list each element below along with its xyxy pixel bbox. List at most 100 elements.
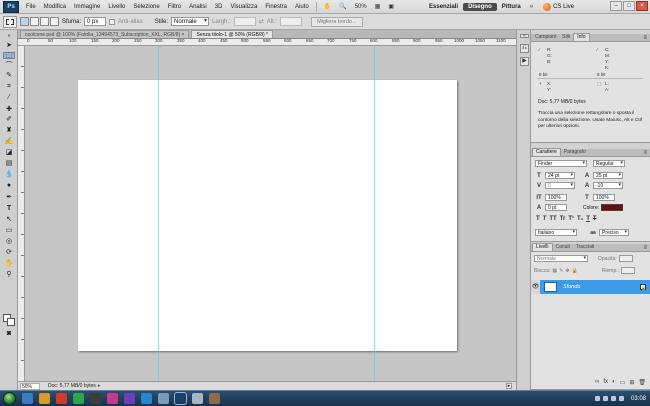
tab-coolcone[interactable]: coolcone.psd @ 100% (Fotolia_13494573_Su… <box>20 30 190 38</box>
vertical-scale-field[interactable]: 100% <box>545 194 567 201</box>
menu-file[interactable]: File <box>22 4 40 10</box>
tracking-field[interactable]: -10 <box>593 182 623 189</box>
zoom-icon[interactable]: 🔍 <box>335 3 350 10</box>
menu-immagine[interactable]: Immagine <box>70 4 104 10</box>
cs-live-button[interactable]: CS Live <box>543 2 574 11</box>
strikethrough-button[interactable]: T <box>593 216 597 222</box>
quick-selection-tool-icon[interactable]: ✎ <box>3 72 15 79</box>
hand-tool-icon[interactable]: ✋ <box>3 260 15 267</box>
media-icon[interactable] <box>56 393 67 404</box>
intersect-selection-mode[interactable] <box>50 17 59 26</box>
horizontal-scale-field[interactable]: 100% <box>593 194 615 201</box>
app-icon[interactable] <box>158 393 169 404</box>
photoshop-taskbar-icon[interactable] <box>174 392 187 405</box>
lock-position-icon[interactable]: ✥ <box>565 268 569 274</box>
width-field[interactable] <box>233 17 256 26</box>
lock-all-icon[interactable]: 🔒 <box>572 268 578 274</box>
maximize-button[interactable]: □ <box>623 1 635 11</box>
opacity-field[interactable] <box>618 255 633 262</box>
pen-tool-icon[interactable]: ✒ <box>3 194 15 201</box>
tab-paragrafo[interactable]: Paragrafo <box>561 149 589 156</box>
eye-icon[interactable]: 👁 <box>531 280 540 294</box>
kerning-field[interactable]: 0 <box>545 182 575 189</box>
document-canvas[interactable] <box>78 80 457 351</box>
add-selection-mode[interactable] <box>30 17 39 26</box>
blur-tool-icon[interactable]: 💧 <box>3 171 15 178</box>
clone-stamp-tool-icon[interactable]: ♜ <box>3 127 15 134</box>
history-panel-icon[interactable]: ⎌ <box>520 44 529 53</box>
tab-info[interactable]: Info <box>573 33 590 41</box>
panel-menu-icon[interactable]: ≡ <box>643 245 650 251</box>
panel-menu-icon[interactable]: ≡ <box>643 150 650 156</box>
fill-field[interactable] <box>621 267 636 274</box>
menu-filtro[interactable]: Filtro <box>164 4 185 10</box>
menu-livello[interactable]: Livello <box>104 4 129 10</box>
font-size-field[interactable]: 24 pt <box>545 172 575 179</box>
layer-row-background[interactable]: 👁 Sfondo 🔒 <box>531 280 650 294</box>
actions-panel-icon[interactable]: ▶ <box>520 57 529 66</box>
adjustment-layer-icon[interactable]: ◐ <box>612 379 616 387</box>
faux-bold-button[interactable]: T <box>536 216 540 222</box>
background-color-swatch[interactable] <box>7 318 15 326</box>
zoom-level[interactable]: 50% <box>351 4 371 10</box>
subscript-button[interactable]: T₁ <box>577 216 583 222</box>
workspace-more[interactable]: » <box>526 4 537 10</box>
rectangular-marquee-tool-icon[interactable]: ⬚ <box>3 52 15 59</box>
eyedropper-tool-icon[interactable]: ⁄ <box>3 94 15 101</box>
font-family-select[interactable]: Finder <box>535 160 587 167</box>
language-select[interactable]: Italiano <box>535 229 577 236</box>
explorer-icon[interactable] <box>39 393 50 404</box>
tab-senza-titolo[interactable]: Senza titolo-1 @ 50% (RGB/8) * <box>191 30 273 38</box>
tab-tracciati[interactable]: Tracciati <box>573 244 598 251</box>
status-zoom-field[interactable]: 50% <box>20 382 40 390</box>
baseline-shift-field[interactable]: 0 pt <box>545 204 567 211</box>
healing-brush-tool-icon[interactable]: ✚ <box>3 106 15 113</box>
text-color-swatch[interactable] <box>601 204 624 211</box>
vertical-guide[interactable] <box>374 46 375 381</box>
link-layers-icon[interactable]: ∞ <box>595 379 599 387</box>
type-tool-icon[interactable]: T <box>3 205 15 212</box>
itunes-icon[interactable] <box>107 393 118 404</box>
quick-mask-icon[interactable]: ◙ <box>3 330 15 337</box>
menu-finestra[interactable]: Finestra <box>261 4 291 10</box>
tray-icon[interactable] <box>602 396 608 401</box>
zoom-tool-icon[interactable]: ⚲ <box>3 271 15 278</box>
collapse-dock-icon[interactable]: « <box>520 34 529 39</box>
all-caps-button[interactable]: TT <box>549 216 556 222</box>
workspace-pittura[interactable]: Pittura <box>497 3 526 11</box>
refine-edge-button[interactable]: Migliora bordo... <box>311 16 363 27</box>
move-tool-icon[interactable]: ➤ <box>3 42 15 49</box>
vertical-guide[interactable] <box>158 46 159 381</box>
font-style-select[interactable]: Regular <box>593 160 625 167</box>
new-layer-icon[interactable]: ⊞ <box>629 379 634 387</box>
menu-selezione[interactable]: Selezione <box>129 4 163 10</box>
subtract-selection-mode[interactable] <box>40 17 49 26</box>
close-button[interactable]: × <box>636 1 648 11</box>
blend-mode-select[interactable]: Normale <box>534 255 588 262</box>
panel-menu-icon[interactable]: ≡ <box>643 35 650 41</box>
start-button[interactable] <box>3 392 16 405</box>
tray-icon[interactable] <box>610 396 616 401</box>
small-caps-button[interactable]: Tr <box>560 216 566 222</box>
gradient-tool-icon[interactable]: ▤ <box>3 160 15 167</box>
chrome-icon[interactable] <box>73 393 84 404</box>
app-icon[interactable] <box>90 393 101 404</box>
hand-icon[interactable]: ✋ <box>320 3 335 10</box>
tab-livelli[interactable]: Livelli <box>532 243 553 251</box>
clock[interactable]: 03:08 <box>631 396 646 402</box>
menu-modifica[interactable]: Modifica <box>40 4 70 10</box>
tray-icon[interactable] <box>618 396 624 401</box>
tray-icon[interactable] <box>594 396 600 401</box>
antialias-method-select[interactable]: Preciso <box>599 229 629 236</box>
layer-mask-icon[interactable]: ▭ <box>620 379 626 387</box>
tab-carattere[interactable]: Carattere <box>532 148 561 156</box>
antialias-checkbox[interactable] <box>109 18 116 25</box>
menu-analisi[interactable]: Analisi <box>185 4 211 10</box>
feather-input[interactable]: 0 px <box>84 17 107 26</box>
app-icon[interactable] <box>192 393 203 404</box>
path-selection-tool-icon[interactable]: ↖ <box>3 216 15 223</box>
lock-transparent-icon[interactable]: ▦ <box>552 268 557 274</box>
tool-preset-picker[interactable] <box>3 15 17 28</box>
skype-icon[interactable] <box>141 393 152 404</box>
style-select[interactable]: Normale <box>171 17 210 26</box>
